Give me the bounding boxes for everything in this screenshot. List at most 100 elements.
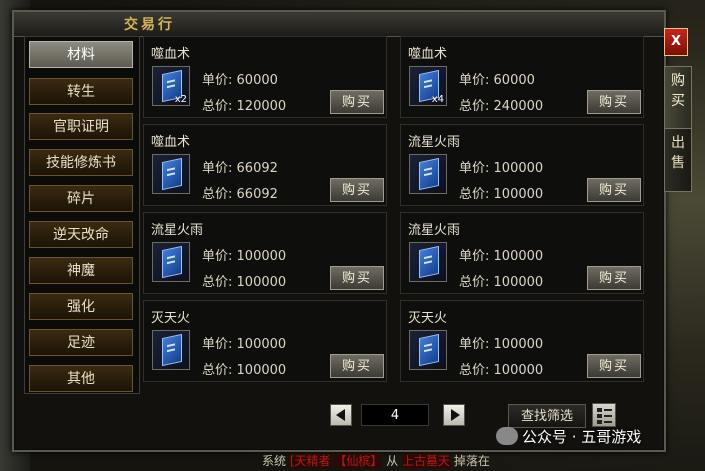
listing-card: 噬血术 x4 单价: 60000 总价: 240000 购买: [400, 36, 644, 118]
book-glyph: [419, 333, 439, 367]
category-god-demon[interactable]: 神魔: [29, 257, 133, 284]
listing-card: 流星火雨单价: 100000 总价: 100000 购买: [400, 212, 644, 294]
item-name: 噬血术: [151, 135, 191, 150]
total-price-value: 100000: [493, 187, 544, 202]
skill-book-icon[interactable]: [152, 330, 190, 370]
buy-button[interactable]: 购买: [330, 90, 384, 114]
arrow-right-icon: [451, 409, 460, 421]
unit-price-label: 单价:: [459, 73, 490, 88]
unit-price-label: 单价:: [202, 161, 233, 176]
total-price-row: 总价: 100000: [459, 183, 543, 202]
page-number: 4: [361, 404, 429, 426]
buy-button[interactable]: 购买: [587, 266, 641, 290]
close-button[interactable]: X: [664, 28, 688, 56]
total-price-row: 总价: 66092: [202, 183, 278, 202]
unit-price-row: 单价: 100000: [202, 245, 286, 264]
unit-price-value: 100000: [236, 249, 287, 264]
total-price-label: 总价:: [459, 275, 490, 290]
category-enhance[interactable]: 强化: [29, 293, 133, 320]
unit-price-value: 60000: [493, 73, 535, 88]
category-skill-books[interactable]: 技能修炼书: [29, 149, 133, 176]
next-page-button[interactable]: [443, 404, 465, 426]
unit-price-label: 单价:: [202, 337, 233, 352]
item-quantity: x2: [174, 94, 187, 105]
unit-price-row: 单价: 60000: [202, 69, 278, 88]
total-price-row: 总价: 100000: [459, 359, 543, 378]
tab-buy[interactable]: 购 买: [664, 66, 692, 130]
list-view-toggle[interactable]: [592, 403, 616, 427]
total-price-row: 总价: 100000: [459, 271, 543, 290]
skill-book-icon[interactable]: [152, 154, 190, 194]
listing-card: 流星火雨单价: 100000 总价: 100000 购买: [143, 212, 387, 294]
unit-price-row: 单价: 100000: [459, 245, 543, 264]
unit-price-row: 单价: 100000: [202, 333, 286, 352]
unit-price-value: 60000: [236, 73, 278, 88]
buy-button[interactable]: 购买: [330, 266, 384, 290]
total-price-label: 总价:: [202, 275, 233, 290]
category-defy-fate[interactable]: 逆天改命: [29, 221, 133, 248]
chat-place: 上古墓天: [402, 454, 451, 468]
buy-button[interactable]: 购买: [587, 354, 641, 378]
skill-book-icon[interactable]: [152, 242, 190, 282]
search-filter-button[interactable]: 查找筛选: [508, 404, 586, 428]
category-fragments[interactable]: 碎片: [29, 185, 133, 212]
total-price-label: 总价:: [459, 187, 490, 202]
total-price-value: 66092: [236, 187, 278, 202]
total-price-row: 总价: 100000: [202, 271, 286, 290]
item-name: 流星火雨: [151, 223, 204, 238]
unit-price-row: 单价: 60000: [459, 69, 535, 88]
chat-item-name[interactable]: 【仙槟】: [334, 454, 383, 468]
wechat-icon: [496, 427, 518, 445]
total-price-label: 总价:: [202, 363, 233, 378]
listing-card: 流星火雨 单价: 100000 总价: 100000 购买: [400, 124, 644, 206]
item-name: 灭天火: [408, 311, 448, 326]
unit-price-value: 100000: [493, 337, 544, 352]
item-name: 流星火雨: [408, 135, 461, 150]
total-price-value: 100000: [493, 275, 544, 290]
unit-price-label: 单价:: [202, 73, 233, 88]
unit-price-row: 单价: 100000: [459, 157, 543, 176]
system-chat-line: 系统 [天精者 【仙槟】 从 上古墓天 掉落在: [262, 452, 562, 471]
item-quantity: x4: [431, 94, 444, 105]
listing-card: 灭天火 单价: 100000 总价: 100000 购买: [143, 300, 387, 382]
listing-card: 噬血术 单价: 66092 总价: 66092 购买: [143, 124, 387, 206]
category-materials[interactable]: 材料: [29, 41, 133, 68]
buy-button[interactable]: 购买: [587, 90, 641, 114]
unit-price-value: 66092: [236, 161, 278, 176]
total-price-label: 总价:: [202, 99, 233, 114]
tab-sell[interactable]: 出 售: [664, 128, 692, 192]
category-other[interactable]: 其他: [29, 365, 133, 392]
item-name: 流星火雨: [408, 223, 461, 238]
book-glyph: [162, 245, 182, 279]
listing-card: 噬血术 x2 单价: 60000 总价: 120000 购买: [143, 36, 387, 118]
item-name: 噬血术: [408, 47, 448, 62]
total-price-label: 总价:: [459, 99, 490, 114]
skill-book-icon[interactable]: [409, 154, 447, 194]
category-rebirth[interactable]: 转生: [29, 78, 133, 105]
skill-book-icon[interactable]: [409, 242, 447, 282]
total-price-row: 总价: 240000: [459, 95, 543, 114]
unit-price-value: 100000: [493, 161, 544, 176]
window-title-bar[interactable]: 交易行: [14, 12, 664, 37]
skill-book-icon[interactable]: [409, 330, 447, 370]
total-price-label: 总价:: [459, 363, 490, 378]
total-price-value: 100000: [493, 363, 544, 378]
skill-book-icon[interactable]: x4: [409, 66, 447, 106]
category-footprint[interactable]: 足迹: [29, 329, 133, 356]
chat-text-from: 从: [386, 454, 399, 468]
buy-button[interactable]: 购买: [587, 178, 641, 202]
item-name: 噬血术: [151, 47, 191, 62]
book-glyph: [162, 157, 182, 191]
book-glyph: [419, 157, 439, 191]
chat-player-name[interactable]: [天精者: [289, 454, 331, 468]
item-listing-grid: 噬血术 x2 单价: 60000 总价: 120000 购买 噬血术 x4 单价: 60000…: [143, 36, 655, 390]
book-glyph: [419, 245, 439, 279]
category-official-proof[interactable]: 官职证明: [29, 113, 133, 140]
item-name: 灭天火: [151, 311, 191, 326]
unit-price-label: 单价:: [459, 161, 490, 176]
prev-page-button[interactable]: [330, 404, 352, 426]
buy-button[interactable]: 购买: [330, 178, 384, 202]
buy-button[interactable]: 购买: [330, 354, 384, 378]
unit-price-label: 单价:: [459, 337, 490, 352]
skill-book-icon[interactable]: x2: [152, 66, 190, 106]
